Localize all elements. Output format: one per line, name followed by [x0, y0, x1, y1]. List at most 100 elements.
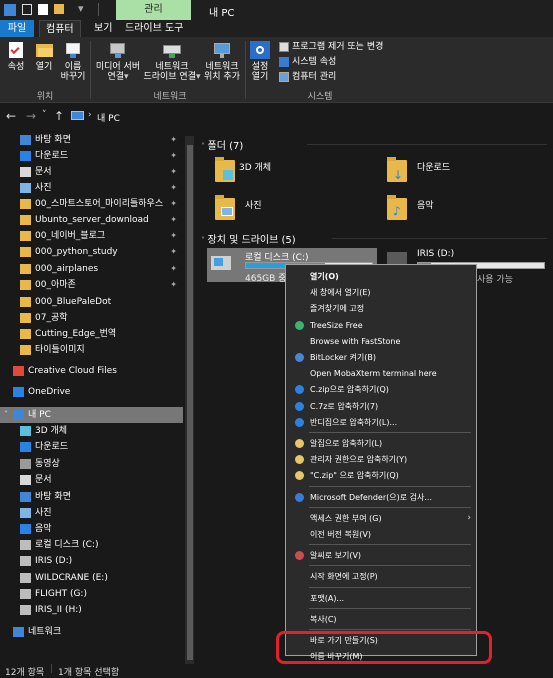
tab-drive-tools[interactable]: 드라이브 도구	[119, 20, 190, 37]
expand-chevron-icon[interactable]: ˅	[4, 407, 8, 423]
rename-label-2: 바꾸기	[60, 72, 86, 82]
submenu-arrow-icon: ›	[467, 512, 471, 523]
folder-tile-music[interactable]: ♪ 음악	[387, 194, 487, 226]
nav-item[interactable]: 다운로드	[0, 439, 183, 455]
menu-item[interactable]: "C.zip" 으로 압축하기(Q)	[287, 467, 475, 484]
nav-item[interactable]: 음악	[0, 521, 183, 537]
alsee-icon	[295, 551, 304, 561]
menu-item[interactable]: C.7z로 압축하기(7)	[287, 398, 475, 415]
new-folder-quick-icon[interactable]	[38, 4, 48, 15]
tab-view[interactable]: 보기	[88, 20, 118, 37]
open-settings-button[interactable]: 설정 열기	[248, 39, 272, 82]
address-bar[interactable]: › 내 PC	[67, 108, 553, 125]
nav-item[interactable]: 사진	[0, 505, 183, 521]
add-network-location-button[interactable]: 네트워크 위치 추가	[201, 39, 243, 82]
nav-item[interactable]: 바탕 화면	[0, 489, 183, 505]
nav-item[interactable]: 00_아마존 ✦	[0, 277, 183, 293]
nav-item[interactable]: 000_BluePaleDot	[0, 294, 183, 310]
menu-item[interactable]: 시작 화면에 고정(P)	[287, 568, 475, 585]
open-button[interactable]: 열기	[32, 39, 56, 72]
folder-tile-3d[interactable]: 3D 개체	[215, 156, 315, 188]
nav-item[interactable]: 3D 개체	[0, 423, 183, 439]
menu-item[interactable]: 알씨로 보기(V)	[287, 547, 475, 564]
nav-item[interactable]: IRIS (D:)	[0, 553, 183, 569]
defender-icon	[295, 492, 304, 502]
manage-context-tab[interactable]: 관리	[116, 0, 191, 20]
properties-button[interactable]: 속성	[2, 39, 30, 72]
download-icon	[20, 151, 31, 161]
nav-item-label: 타이틀이미지	[35, 345, 85, 355]
drives-section-header[interactable]: ˅ 장치 및 드라이브 (5)	[201, 231, 296, 246]
menu-item[interactable]: 알집으로 압축하기(L)	[287, 435, 475, 452]
menu-item[interactable]: 포맷(A)...	[287, 590, 475, 607]
menu-item[interactable]: BitLocker 켜기(B)	[287, 349, 475, 366]
quick-access-dropdown-icon[interactable]: ▾	[78, 2, 84, 15]
menu-item[interactable]: TreeSize Free	[287, 317, 475, 334]
menu-item[interactable]: 반디집으로 압축하기(L)...	[287, 414, 475, 431]
breadcrumb-current[interactable]: 내 PC	[97, 111, 120, 124]
nav-item[interactable]: 07_공학	[0, 310, 183, 326]
nav-item[interactable]: Cutting_Edge_번역	[0, 326, 183, 342]
nav-item[interactable]: OneDrive	[0, 384, 183, 400]
computer-management-button[interactable]: 컴퓨터 관리	[279, 71, 383, 83]
nav-item[interactable]: 타이틀이미지	[0, 342, 183, 358]
folder-tile-pictures[interactable]: 사진	[215, 194, 315, 226]
nav-item-label: 네트워크	[28, 627, 62, 637]
media-server-button[interactable]: 미디어 서버 연결▾	[93, 39, 143, 82]
nav-item[interactable]: 네트워크	[0, 624, 183, 640]
folders-section-header[interactable]: ˅ 폴더 (7)	[201, 137, 243, 152]
nav-item[interactable]: 바탕 화면 ✦	[0, 132, 183, 148]
nav-item[interactable]: 000_airplanes ✦	[0, 261, 183, 277]
nav-item[interactable]: FLIGHT (G:)	[0, 586, 183, 602]
nav-item[interactable]: IRIS_II (H:)	[0, 602, 183, 618]
folder-quick-icon[interactable]	[54, 4, 64, 14]
nav-item[interactable]: 다운로드 ✦	[0, 148, 183, 164]
menu-item[interactable]: C.zip으로 압축하기(Q)	[287, 381, 475, 398]
nav-item[interactable]: 동영상	[0, 456, 183, 472]
menu-separator	[309, 544, 471, 546]
folder-icon	[20, 313, 31, 323]
nav-item[interactable]: 000_python_study ✦	[0, 244, 183, 260]
nav-item[interactable]: 문서 ✦	[0, 164, 183, 180]
map-drive-label-1: 네트워크	[155, 62, 189, 72]
menu-item[interactable]: 열기(O)	[287, 268, 475, 285]
nav-item[interactable]: Creative Cloud Files	[0, 363, 183, 379]
context-menu: 열기(O) 새 창에서 열기(E) 즐겨찾기에 고정 TreeSize Free Bro…	[285, 264, 477, 678]
up-button[interactable]: ↑	[54, 109, 64, 123]
menu-item[interactable]: 즐겨찾기에 고정	[287, 300, 475, 317]
rename-button[interactable]: 이름 바꾸기	[58, 39, 88, 82]
folder-tile-downloads[interactable]: ↓ 다운로드	[387, 156, 487, 188]
back-button[interactable]: ←	[6, 109, 16, 123]
uninstall-program-button[interactable]: 프로그램 제거 또는 변경	[279, 41, 383, 53]
nav-item[interactable]: 문서	[0, 472, 183, 488]
menu-item[interactable]: 관리자 권한으로 압축하기(Y)	[287, 451, 475, 468]
menu-item-label: 액세스 권한 부여 (G)	[310, 513, 382, 523]
folder-label: 음악	[417, 201, 434, 211]
system-properties-button[interactable]: 시스템 속성	[279, 56, 383, 68]
properties-quick-icon[interactable]	[22, 4, 32, 15]
tab-file[interactable]: 파일	[0, 20, 34, 37]
menu-item[interactable]: Browse with FastStone	[287, 333, 475, 350]
menu-item[interactable]: 복사(C)	[287, 611, 475, 628]
recent-locations-button[interactable]: ˅	[42, 110, 47, 120]
menu-item[interactable]: 새 창에서 열기(E)	[287, 284, 475, 301]
nav-item-label: 로컬 디스크 (C:)	[35, 540, 99, 550]
nav-item-label: 사진	[35, 183, 52, 193]
menu-item[interactable]: 액세스 권한 부여 (G) ›	[287, 510, 475, 527]
drive-icon	[20, 540, 31, 550]
menu-item[interactable]: 이전 버전 복원(V)	[287, 526, 475, 543]
nav-item[interactable]: 00_네이버_블로그 ✦	[0, 228, 183, 244]
menu-item[interactable]: Microsoft Defender(으)로 검사...	[287, 489, 475, 506]
nav-item[interactable]: 로컬 디스크 (C:)	[0, 537, 183, 553]
map-network-drive-button[interactable]: 네트워크 드라이브 연결▾	[143, 39, 201, 82]
nav-item[interactable]: WILDCRANE (E:)	[0, 570, 183, 586]
nav-item[interactable]: 사진 ✦	[0, 180, 183, 196]
nav-item[interactable]: Ubunto_server_download ✦	[0, 212, 183, 228]
onedrive-icon	[13, 387, 24, 397]
nav-scrollbar-thumb[interactable]	[187, 145, 193, 660]
menu-item[interactable]: Open MobaXterm terminal here	[287, 365, 475, 382]
tab-computer[interactable]: 컴퓨터	[39, 20, 81, 37]
nav-item[interactable]: 00_스마트스토어_마이리틀하우스 ✦	[0, 196, 183, 212]
forward-button[interactable]: →	[26, 109, 36, 123]
nav-item[interactable]: 내 PC ˅	[0, 407, 183, 423]
